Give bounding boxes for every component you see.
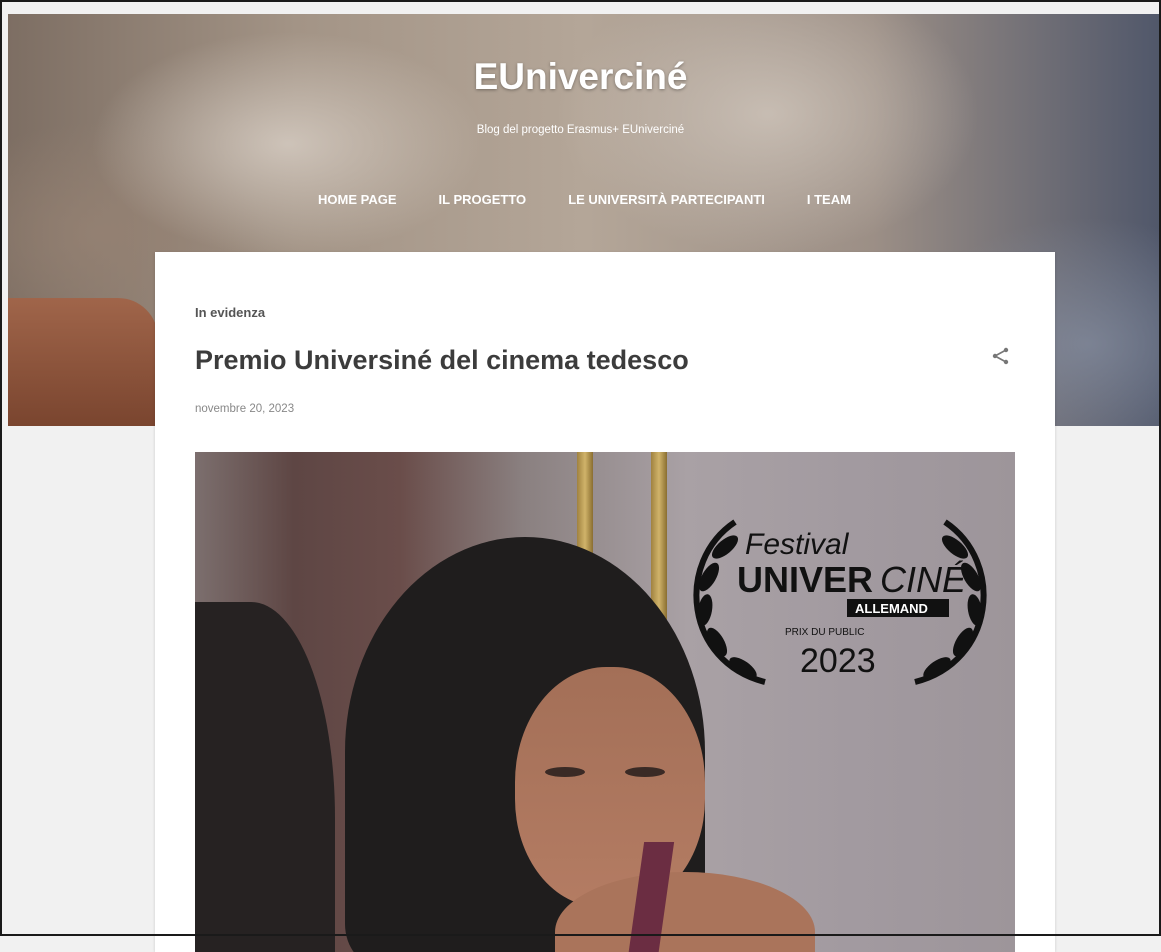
post-date: novembre 20, 2023 [195, 403, 295, 415]
share-icon[interactable] [991, 346, 1011, 366]
main-navigation: HOME PAGE IL PROGETTO LE UNIVERSITÀ PART… [0, 192, 1161, 207]
festival-laurel-logo: Festival UNIVER CINÉ ALLEMAND PRIX DU PU… [693, 519, 987, 685]
post-image[interactable]: Festival UNIVER CINÉ ALLEMAND PRIX DU PU… [195, 452, 1015, 952]
blog-title[interactable]: EUniverciné [0, 56, 1161, 98]
featured-post-card: In evidenza Premio Universiné del cinema… [155, 252, 1055, 952]
festival-brand-bold: UNIVER [737, 559, 873, 600]
festival-text: Festival [745, 528, 850, 561]
festival-year: 2023 [800, 642, 876, 680]
blog-description: Blog del progetto Erasmus+ EUniverciné [476, 124, 685, 136]
header-background-object [8, 298, 158, 426]
section-label: In evidenza [195, 305, 266, 320]
nav-project[interactable]: IL PROGETTO [431, 192, 527, 207]
festival-country: ALLEMAND [855, 601, 928, 616]
post-title[interactable]: Premio Universiné del cinema tedesco [195, 345, 689, 376]
image-foreground-figure [195, 602, 335, 952]
nav-team[interactable]: I TEAM [799, 192, 851, 207]
nav-universities[interactable]: LE UNIVERSITÀ PARTECIPANTI [560, 192, 765, 207]
nav-home[interactable]: HOME PAGE [310, 192, 397, 207]
image-face [515, 667, 705, 907]
festival-brand-italic: CINÉ [880, 559, 967, 600]
festival-award: PRIX DU PUBLIC [785, 627, 864, 638]
